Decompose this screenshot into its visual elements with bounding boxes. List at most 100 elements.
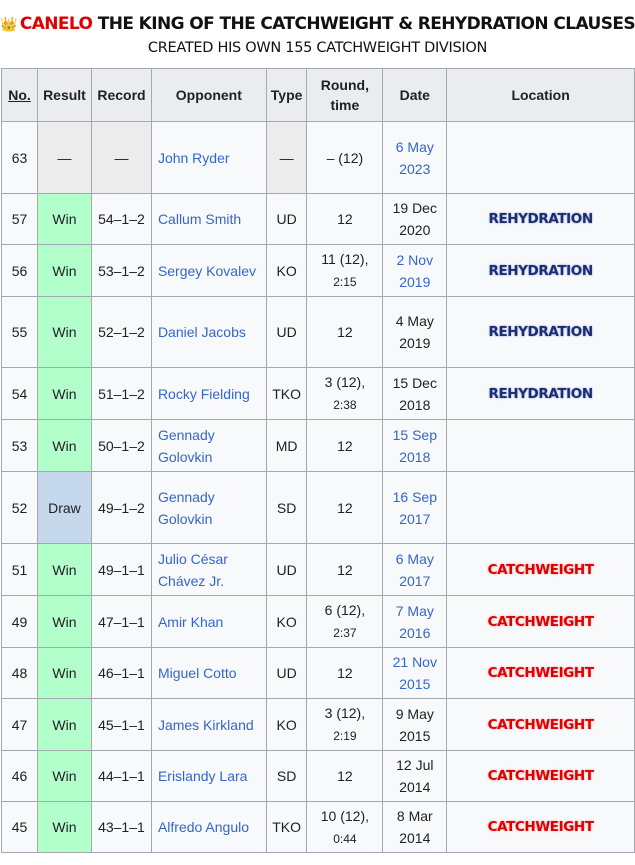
column-header-round[interactable]: Round, time — [306, 68, 384, 122]
cell-record: 50–1–2 — [90, 419, 152, 472]
cell-type: SD — [265, 750, 308, 802]
cell-result: Win — [36, 244, 92, 297]
cell-type: KO — [265, 244, 308, 297]
table-row: 45 Win 43–1–1 Alfredo Angulo TKO 10 (12), 0:44… — [1, 801, 635, 853]
cell-result: Win — [36, 801, 92, 853]
opponent-link[interactable]: Gennady Golovkin — [158, 489, 215, 527]
cell-opponent: John Ryder — [150, 121, 267, 194]
cell-result: Win — [36, 419, 92, 472]
cell-location — [446, 121, 635, 194]
table-row: 48 Win 46–1–1 Miguel Cotto UD 12 21 Nov 2015 CAT… — [1, 647, 635, 699]
cell-round-time: 12 — [306, 296, 384, 368]
cell-date[interactable]: 7 May 2016 — [382, 595, 448, 648]
cell-record: 52–1–2 — [90, 296, 152, 368]
opponent-link[interactable]: Alfredo Angulo — [158, 819, 249, 835]
opponent-link[interactable]: Miguel Cotto — [158, 665, 237, 681]
column-header-result[interactable]: Result — [36, 68, 92, 122]
cell-opponent: Julio César Chávez Jr. — [150, 543, 267, 596]
cell-record: — — [90, 121, 152, 194]
opponent-link[interactable]: Daniel Jacobs — [158, 324, 246, 340]
column-header-location[interactable]: Location — [446, 68, 635, 122]
date-link[interactable]: 6 May 2017 — [396, 551, 434, 589]
column-header-type[interactable]: Type — [265, 68, 308, 122]
opponent-link[interactable]: Julio César Chávez Jr. — [158, 551, 228, 589]
cell-record: 44–1–1 — [90, 750, 152, 802]
cell-round-time: 3 (12), 2:38 — [306, 367, 384, 420]
opponent-link[interactable]: James Kirkland — [158, 717, 254, 733]
date-link[interactable]: 6 May 2023 — [396, 139, 434, 177]
cell-round-time: 12 — [306, 543, 384, 596]
cell-no: 53 — [1, 419, 38, 472]
date-link[interactable]: 2 Nov 2019 — [397, 252, 434, 290]
table-row: 52 Draw 49–1–2 Gennady Golovkin SD 12 16 Sep 201… — [1, 471, 635, 544]
cell-date: 12 Jul 2014 — [382, 750, 448, 802]
cell-round-time: 12 — [306, 419, 384, 472]
cell-date: 15 Dec 2018 — [382, 367, 448, 420]
cell-round-time: 12 — [306, 193, 384, 245]
table-row: 55 Win 52–1–2 Daniel Jacobs UD 12 4 May 2019 REH… — [1, 296, 635, 368]
cell-opponent: Gennady Golovkin — [150, 471, 267, 544]
cell-opponent: Rocky Fielding — [150, 367, 267, 420]
cell-result: Win — [36, 595, 92, 648]
page-header: 👑 CANELO THE KING OF THE CATCHWEIGHT & RE… — [0, 0, 635, 62]
cell-location: CATCHWEIGHT — [446, 543, 635, 596]
opponent-link[interactable]: Gennady Golovkin — [158, 427, 215, 465]
opponent-link[interactable]: Callum Smith — [158, 211, 241, 227]
column-header-no[interactable]: No. — [1, 68, 38, 122]
cell-type: KO — [265, 595, 308, 648]
cell-round-time: 12 — [306, 647, 384, 699]
cell-no: 48 — [1, 647, 38, 699]
opponent-link[interactable]: John Ryder — [158, 150, 230, 166]
cell-date[interactable]: 2 Nov 2019 — [382, 244, 448, 297]
cell-date: 4 May 2019 — [382, 296, 448, 368]
cell-date[interactable]: 6 May 2023 — [382, 121, 448, 194]
table-row: 51 Win 49–1–1 Julio César Chávez Jr. UD 12 6 Ma… — [1, 543, 635, 596]
cell-no: 47 — [1, 698, 38, 751]
cell-location: CATCHWEIGHT — [446, 750, 635, 802]
cell-no: 51 — [1, 543, 38, 596]
date-link[interactable]: 15 Sep 2018 — [393, 427, 437, 465]
cell-record: 47–1–1 — [90, 595, 152, 648]
column-header-date[interactable]: Date — [382, 68, 448, 122]
cell-date[interactable]: 21 Nov 2015 — [382, 647, 448, 699]
title-text: THE KING OF THE CATCHWEIGHT & REHYDRATIO… — [92, 14, 635, 34]
cell-opponent: Amir Khan — [150, 595, 267, 648]
cell-result: Win — [36, 750, 92, 802]
cell-result: Win — [36, 698, 92, 751]
cell-record: 43–1–1 — [90, 801, 152, 853]
cell-location: REHYDRATION — [446, 193, 635, 245]
cell-round-time: 12 — [306, 471, 384, 544]
date-link[interactable]: 21 Nov 2015 — [393, 654, 437, 692]
cell-opponent: Miguel Cotto — [150, 647, 267, 699]
opponent-link[interactable]: Sergey Kovalev — [158, 263, 256, 279]
cell-location: REHYDRATION — [446, 244, 635, 297]
cell-round-time: 6 (12), 2:37 — [306, 595, 384, 648]
column-header-record[interactable]: Record — [90, 68, 152, 122]
opponent-link[interactable]: Amir Khan — [158, 614, 223, 630]
cell-no: 54 — [1, 367, 38, 420]
cell-location: CATCHWEIGHT — [446, 595, 635, 648]
table-header-row: No. Result Record Opponent Type Round, ti… — [1, 68, 635, 122]
cell-result: — — [36, 121, 92, 194]
cell-type: — — [265, 121, 308, 194]
title-highlight: CANELO — [19, 14, 93, 34]
cell-no: 63 — [1, 121, 38, 194]
cell-type: UD — [265, 543, 308, 596]
date-link[interactable]: 7 May 2016 — [396, 603, 434, 641]
cell-date[interactable]: 16 Sep 2017 — [382, 471, 448, 544]
date-link[interactable]: 16 Sep 2017 — [393, 489, 437, 527]
cell-result: Win — [36, 367, 92, 420]
opponent-link[interactable]: Erislandy Lara — [158, 768, 248, 784]
cell-round-time: 10 (12), 0:44 — [306, 801, 384, 853]
page-title: 👑 CANELO THE KING OF THE CATCHWEIGHT & RE… — [0, 14, 635, 34]
cell-date: 19 Dec 2020 — [382, 193, 448, 245]
opponent-link[interactable]: Rocky Fielding — [158, 386, 250, 402]
cell-record: 46–1–1 — [90, 647, 152, 699]
cell-date[interactable]: 6 May 2017 — [382, 543, 448, 596]
cell-type: UD — [265, 296, 308, 368]
cell-date[interactable]: 15 Sep 2018 — [382, 419, 448, 472]
cell-date: 8 Mar 2014 — [382, 801, 448, 853]
table-row: 54 Win 51–1–2 Rocky Fielding TKO 3 (12), 2:38 1… — [1, 367, 635, 420]
cell-location: REHYDRATION — [446, 367, 635, 420]
column-header-opponent[interactable]: Opponent — [150, 68, 267, 122]
